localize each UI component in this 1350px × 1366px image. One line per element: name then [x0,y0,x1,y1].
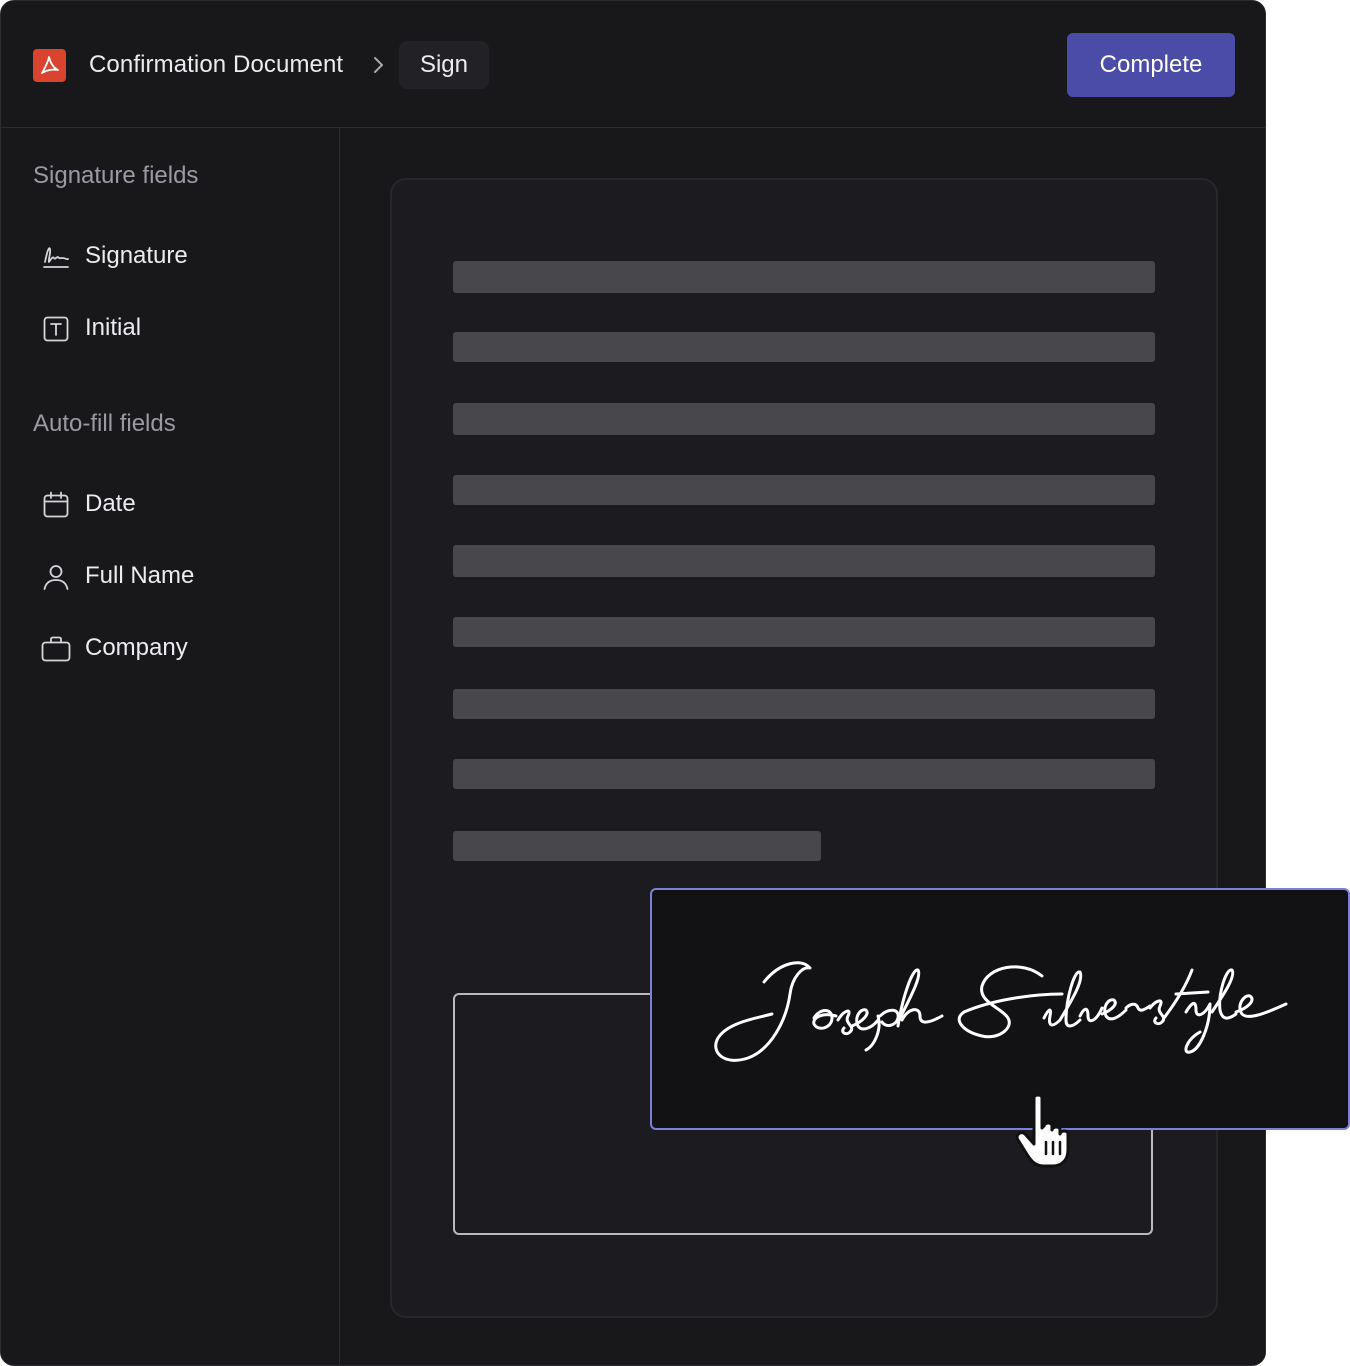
field-label-initial: Initial [85,314,142,341]
field-label-full-name: Full Name [85,562,195,589]
pdf-icon [33,49,66,82]
hand-pointer-icon [1015,1093,1070,1168]
calendar-icon [43,491,69,518]
field-item-full-name[interactable]: Full Name [41,556,311,596]
autofill-fields-heading: Auto-fill fields [33,410,176,437]
document-text-line [453,403,1155,435]
document-text-line [453,759,1155,789]
document-text-line [453,261,1155,293]
field-item-signature[interactable]: Signature [41,236,311,276]
complete-button[interactable]: Complete [1067,33,1235,97]
user-icon [43,565,69,590]
signature-icon [43,247,69,268]
field-item-company[interactable]: Company [41,628,311,668]
current-step-label: Sign [419,51,469,78]
handwritten-signature [714,961,1288,1062]
field-item-initial[interactable]: Initial [41,308,311,348]
document-text-line [453,617,1155,647]
field-label-date: Date [85,490,136,517]
field-item-date[interactable]: Date [41,484,311,524]
chevron-right-icon [369,54,389,76]
field-label-company: Company [85,634,188,661]
document-text-line [453,545,1155,577]
document-text-line [453,475,1155,505]
field-label-signature: Signature [85,242,188,269]
briefcase-icon [41,636,71,662]
signature-preview-card[interactable] [650,888,1350,1130]
header-bar: Confirmation Document Sign Complete [1,1,1265,128]
document-text-line [453,332,1155,362]
current-step-tab[interactable]: Sign [399,41,489,89]
document-text-line [453,831,821,861]
document-title[interactable]: Confirmation Document [89,48,343,82]
signature-fields-heading: Signature fields [33,162,199,189]
document-text-line [453,689,1155,719]
text-box-icon [43,316,69,342]
fields-sidebar: Signature fields Signature Initial Auto-… [1,128,340,1365]
